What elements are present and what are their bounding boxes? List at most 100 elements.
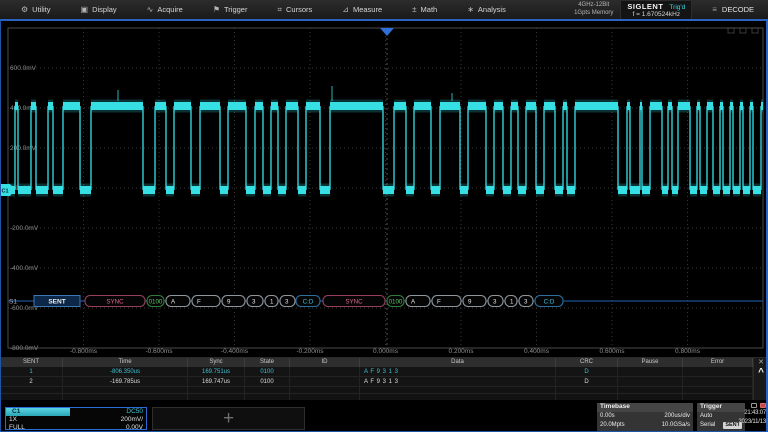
decode-box-label: F [437,298,441,305]
column-header-data: Data [360,358,556,367]
decode-box-label: SYNC [106,298,124,305]
decode-box-label: 0100 [149,298,163,305]
trigger-position-marker[interactable] [380,28,394,36]
column-header-time: Time [63,358,188,367]
cell-time: -806.350us [63,367,188,376]
cell-data: A F 9 3 1 3 [360,367,556,376]
decode-bus-tag-label: SENT [48,299,65,306]
decode-box-label: C:D [544,298,555,305]
decode-result-table: SENTTimeSyncStateIDDataCRCPauseError 1-8… [0,357,768,400]
cell-pause [618,377,683,386]
grid-corner-icon[interactable] [728,28,734,33]
trigger-status-badge: Trig'd [669,4,685,11]
channel-bandwidth-label: FULL [9,424,25,431]
cell-error [683,367,753,376]
decode-box-label: 3 [524,298,528,305]
decode-box-label: F [197,298,201,305]
decode-box-data [463,296,486,307]
time-label: 0.000ms [373,348,399,355]
cell-data: A F 9 3 1 3 [360,377,556,386]
bandwidth-bits-label: 4GHz-12Bit [574,2,613,10]
menu-math[interactable]: ± Math [397,0,452,19]
clock-block: 21:43:07 2023/11/13 [720,402,766,427]
column-header-error: Error [683,358,753,367]
grid-corner-icon[interactable] [752,28,758,33]
menu-acquire[interactable]: ∿Acquire [132,0,198,19]
decode-box-label: SYNC [345,298,363,305]
menu-utility[interactable]: ⚙ Utility [6,0,66,19]
add-trace-placeholder[interactable]: + [152,407,305,430]
cursors-icon: ⌗ [277,5,282,15]
menu-label: Analysis [478,5,506,14]
cell-sent: 2 [0,377,63,386]
cell-crc: D [556,377,618,386]
grid-corner-icon[interactable] [740,28,746,33]
menu-label: Utility [32,5,50,14]
menu-label: Math [421,5,438,14]
voltage-label: -800.0mV [10,345,39,352]
decode-box-label: 9 [227,298,231,305]
decode-icon: ≡ [712,5,717,14]
table-row[interactable]: 2-169.785us169.747us0100A F 9 3 1 3D [0,377,753,387]
time-label: -0.200ms [296,348,324,355]
time-label: 0.400ms [524,348,550,355]
channel-scale-label: 200mV/ [121,416,143,424]
decode-box-data [406,296,430,307]
table-main: SENTTimeSyncStateIDDataCRCPauseError 1-8… [0,358,753,400]
voltage-label: -200.0mV [10,225,39,232]
decode-source-label: S1 [9,299,17,306]
decode-box-label: 0100 [389,298,403,305]
menu-label: Display [92,5,117,14]
menu-label: Measure [353,5,382,14]
channel-1-badge: C1 [6,408,70,416]
menu-items: ⚙ Utility ▣Display∿Acquire⚑Trigger ⌗ Cursors… [0,0,521,19]
channel-zero-marker-label: C1 [2,189,9,195]
time-label: -0.400ms [221,348,249,355]
time-label: 0.200ms [449,348,475,355]
system-info: 4GHz-12Bit 1Gpts Memory [574,2,613,17]
gear-icon: ⚙ [21,5,28,14]
cell-sent: 1 [0,367,63,376]
timebase-samplerate: 10.0GSa/s [662,421,690,430]
timebase-delay: 0.00s [600,412,615,421]
table-scrollbar[interactable]: ✕ ^ [753,358,768,400]
frequency-counter: f = 1.670524kHz [627,11,685,18]
cell-id [290,377,360,386]
bottom-status-bar: C1 DC50 1X 200mV/ FULL 0.00V + Timebase … [0,400,768,432]
timebase-title: Timebase [597,403,693,412]
menu-display[interactable]: ▣Display [66,0,132,19]
clock-date: 2023/11/13 [720,418,766,427]
cell-empty [290,387,360,393]
table-row[interactable]: 1-806.350us169.751us0100A F 9 3 1 3D [0,367,753,377]
scroll-up-icon[interactable]: ^ [758,368,764,377]
sent-waveform-trace [8,86,763,190]
trigger-type: Serial [700,421,715,430]
cell-empty [245,387,290,393]
cell-error [683,377,753,386]
decode-button[interactable]: ≡ DECODE [698,5,768,14]
menu-measure[interactable]: ⊿Measure [327,0,397,19]
menu-trigger[interactable]: ⚑Trigger [198,0,263,19]
cell-empty [360,387,556,393]
decode-box-label: 1 [510,298,514,305]
math-icon: ± [412,5,416,14]
alert-icon [760,403,766,408]
timebase-panel[interactable]: Timebase 0.00s 200us/div 20.0Mpts 10.0GS… [597,403,693,431]
decode-box-label: 3 [252,298,256,305]
cell-sync: 169.751us [188,367,245,376]
column-header-pause: Pause [618,358,683,367]
menu-analysis[interactable]: ∗Analysis [452,0,521,19]
memory-label: 1Gpts Memory [574,10,613,18]
menu-label: Trigger [224,5,247,14]
decode-box-label: 3 [285,298,289,305]
column-header-state: State [245,358,290,367]
decode-box-label: 3 [493,298,497,305]
cell-sync: 169.747us [188,377,245,386]
table-header-row: SENTTimeSyncStateIDDataCRCPauseError [0,358,753,367]
channel-1-descriptor[interactable]: C1 DC50 1X 200mV/ FULL 0.00V [5,407,147,430]
decode-box-data [166,296,190,307]
menu-cursors[interactable]: ⌗ Cursors [262,0,327,19]
menu-label: Cursors [286,5,312,14]
cell-empty [618,387,683,393]
cell-crc: D [556,367,618,376]
